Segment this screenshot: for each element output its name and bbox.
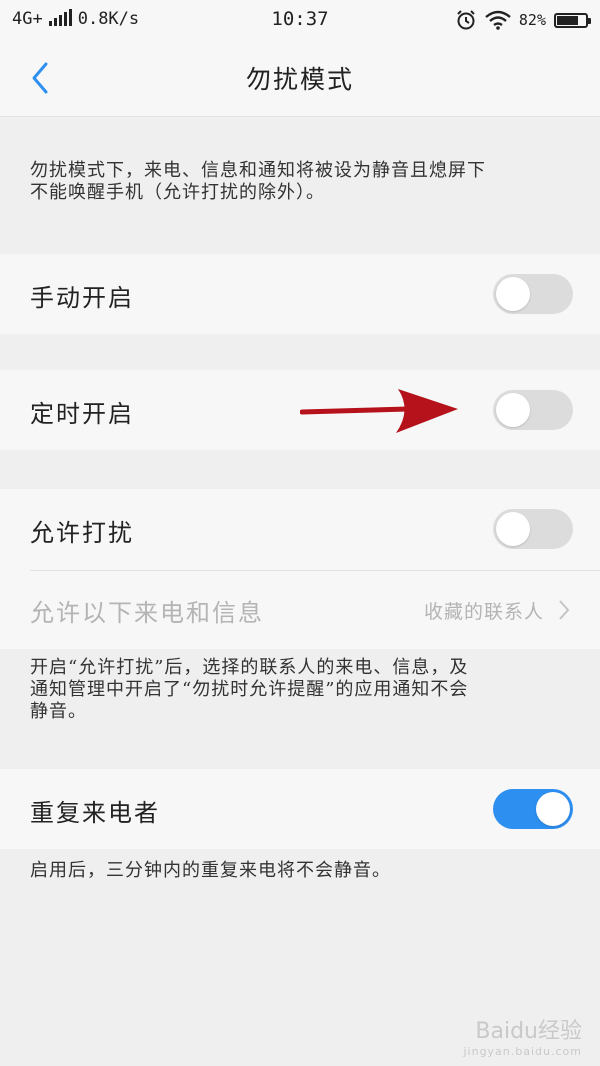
allow-from-value[interactable]: 收藏的联系人: [424, 597, 544, 624]
scheduled-toggle[interactable]: [493, 390, 573, 430]
alarm-icon: [457, 10, 475, 30]
setting-repeat[interactable]: 重复来电者: [0, 769, 600, 849]
setting-scheduled-label: 定时开启: [30, 400, 134, 428]
allow-desc-line-1: 开启“允许打扰”后，选择的联系人的来电、信息，及: [30, 657, 469, 678]
page-title: 勿扰模式: [245, 65, 354, 94]
intro-line-2: 不能唤醒手机（允许打扰的除外）。: [30, 182, 325, 203]
allow-description: 开启“允许打扰”后，选择的联系人的来电、信息，及 通知管理中开启了“勿扰时允许提…: [30, 657, 570, 723]
repeat-description: 启用后，三分钟内的重复来电将不会静音。: [30, 860, 391, 881]
chevron-right-icon[interactable]: [556, 598, 572, 622]
intro-description: 勿扰模式下，来电、信息和通知将被设为静音且熄屏下 不能唤醒手机（允许打扰的除外）…: [30, 160, 570, 204]
title-bar: 勿扰模式: [0, 40, 600, 117]
toggle-knob: [496, 277, 530, 311]
status-right: 82%: [455, 9, 591, 31]
setting-allow-label: 允许打扰: [30, 519, 134, 547]
manual-toggle[interactable]: [493, 274, 573, 314]
allow-from-label[interactable]: 允许以下来电和信息: [30, 593, 264, 628]
intro-line-1: 勿扰模式下，来电、信息和通知将被设为静音且熄屏下: [30, 160, 486, 181]
setting-manual[interactable]: 手动开启: [0, 254, 600, 334]
status-bar: 4G+ 0.8K/s 10:37 82%: [0, 0, 600, 40]
repeat-toggle[interactable]: [493, 789, 573, 829]
watermark: Baidu经验 jingyan.baidu.com: [463, 1013, 582, 1058]
toggle-knob: [496, 512, 530, 546]
battery-fill: [557, 15, 578, 25]
setting-manual-label: 手动开启: [30, 284, 134, 312]
battery-icon: [554, 12, 591, 28]
setting-repeat-label: 重复来电者: [30, 799, 160, 827]
setting-allow-group: 允许打扰 允许以下来电和信息 收藏的联系人: [0, 489, 600, 649]
toggle-knob: [536, 792, 570, 826]
allow-desc-line-2: 通知管理中开启了“勿扰时允许提醒”的应用通知不会: [30, 679, 469, 700]
wifi-icon: [485, 10, 511, 30]
annotation-arrow-icon: [300, 389, 458, 433]
divider: [30, 570, 600, 571]
toggle-knob: [496, 393, 530, 427]
watermark-url: jingyan.baidu.com: [463, 1045, 582, 1058]
allow-desc-line-3: 静音。: [30, 701, 87, 722]
watermark-brand: Baidu经验: [475, 1019, 582, 1044]
allow-toggle[interactable]: [493, 509, 573, 549]
battery-percent: 82%: [518, 11, 546, 29]
